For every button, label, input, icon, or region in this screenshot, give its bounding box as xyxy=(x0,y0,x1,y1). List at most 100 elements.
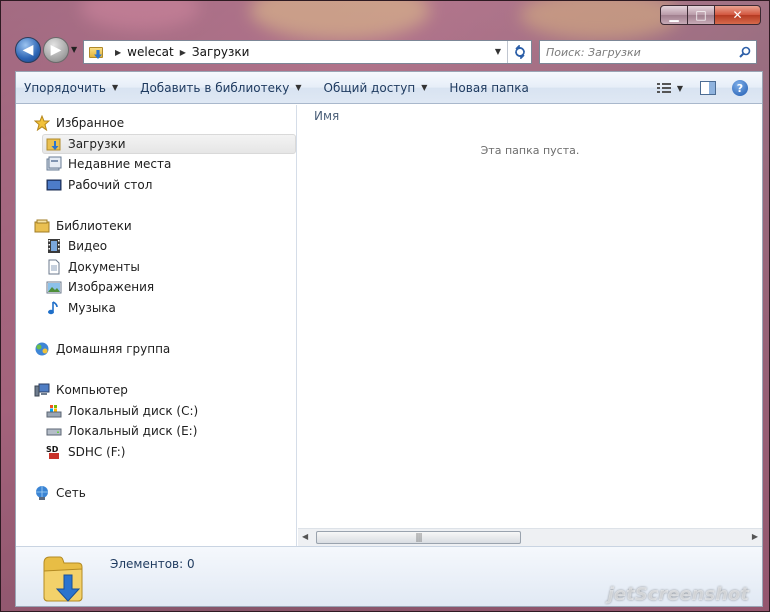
scroll-left-icon[interactable]: ◀ xyxy=(302,532,308,541)
breadcrumb-user[interactable]: welecat xyxy=(127,45,174,59)
nav-favorites[interactable]: Избранное xyxy=(33,113,125,133)
add-to-library-label: Добавить в библиотеку xyxy=(140,80,290,95)
view-details-icon xyxy=(656,83,671,93)
close-button[interactable]: ✕ xyxy=(715,5,761,25)
nav-item-label: Локальный диск (C:) xyxy=(68,404,199,418)
breadcrumb-separator-icon[interactable]: ▶ xyxy=(115,48,121,57)
navigation-bar: ◀ ▶ ▼ ▶ welecat ▶ Загрузки ▼ xyxy=(15,35,757,67)
column-header-name[interactable]: Имя xyxy=(314,109,339,123)
change-view-button[interactable]: ▼ xyxy=(650,76,690,100)
nav-item-documents[interactable]: Документы xyxy=(46,257,140,277)
nav-item-sdhc-f[interactable]: SD SDHC (F:) xyxy=(46,442,125,462)
address-history-dropdown[interactable]: ▼ xyxy=(495,47,501,56)
organize-label: Упорядочить xyxy=(24,80,106,95)
nav-libraries[interactable]: Библиотеки xyxy=(34,216,132,236)
nav-item-drive-e[interactable]: Локальный диск (E:) xyxy=(46,421,197,441)
add-to-library-button[interactable]: Добавить в библиотеку ▼ xyxy=(132,76,309,100)
scroll-right-icon[interactable]: ▶ xyxy=(752,532,758,541)
help-icon: ? xyxy=(732,80,748,96)
chevron-down-icon: ▼ xyxy=(295,83,302,92)
sd-card-icon: SD xyxy=(46,444,62,460)
nav-item-label: Рабочий стол xyxy=(68,178,153,192)
libraries-icon xyxy=(34,218,50,234)
back-button[interactable]: ◀ xyxy=(15,37,41,63)
arrow-right-icon: ▶ xyxy=(50,42,62,58)
nav-item-drive-c[interactable]: Локальный диск (C:) xyxy=(46,401,198,421)
scroll-thumb[interactable]: ||| xyxy=(316,531,521,544)
system-drive-icon xyxy=(46,403,62,419)
maximize-button[interactable]: □ xyxy=(688,5,715,25)
nav-homegroup[interactable]: Домашняя группа xyxy=(34,339,170,359)
minimize-button[interactable]: ▁ xyxy=(660,5,688,25)
star-icon xyxy=(33,114,51,132)
scroll-grip: ||| xyxy=(415,532,422,543)
arrow-left-icon: ◀ xyxy=(22,42,34,58)
music-library-icon xyxy=(46,300,62,316)
organize-menu-button[interactable]: Упорядочить ▼ xyxy=(16,76,126,100)
command-bar: Упорядочить ▼ Добавить в библиотеку ▼ Общи… xyxy=(16,72,762,104)
downloads-folder-icon xyxy=(89,45,105,59)
nav-item-label: Музыка xyxy=(68,301,116,315)
new-folder-label: Новая папка xyxy=(449,80,529,95)
nav-item-label: Недавние места xyxy=(68,157,172,171)
computer-icon xyxy=(34,382,50,398)
address-bar[interactable]: ▶ welecat ▶ Загрузки ▼ xyxy=(83,40,532,64)
nav-item-downloads[interactable]: Загрузки xyxy=(42,134,296,154)
nav-item-label: SDHC (F:) xyxy=(68,445,126,459)
explorer-window: ▁ □ ✕ ◀ ▶ ▼ ▶ welecat ▶ Загрузки ▼ Поиск… xyxy=(0,0,770,612)
video-library-icon xyxy=(46,238,62,254)
chevron-down-icon: ▼ xyxy=(111,83,119,92)
network-icon xyxy=(34,485,50,501)
file-list-pane[interactable]: Имя Эта папка пуста. ◀ ||| ▶ xyxy=(298,105,762,546)
nav-item-desktop[interactable]: Рабочий стол xyxy=(46,175,152,195)
help-button[interactable]: ? xyxy=(726,76,754,100)
nav-item-label: Загрузки xyxy=(68,137,126,151)
empty-folder-message: Эта папка пуста. xyxy=(480,144,580,157)
search-icon[interactable] xyxy=(734,46,756,58)
refresh-button[interactable] xyxy=(507,41,531,63)
nav-network[interactable]: Сеть xyxy=(34,483,86,503)
horizontal-scrollbar[interactable]: ◀ ||| ▶ xyxy=(298,528,762,546)
explorer-client-area: Упорядочить ▼ Добавить в библиотеку ▼ Общи… xyxy=(15,71,763,607)
nav-item-recent-places[interactable]: Недавние места xyxy=(46,154,171,174)
search-input[interactable] xyxy=(540,42,734,62)
local-drive-icon xyxy=(46,423,62,439)
downloads-folder-large-icon xyxy=(43,556,83,602)
caption-buttons: ▁ □ ✕ xyxy=(660,5,761,25)
forward-button[interactable]: ▶ xyxy=(43,37,69,63)
nav-libraries-label: Библиотеки xyxy=(56,219,132,233)
nav-computer-label: Компьютер xyxy=(56,383,128,397)
nav-item-video[interactable]: Видео xyxy=(46,236,107,256)
nav-item-label: Локальный диск (E:) xyxy=(68,424,198,438)
recent-pages-dropdown[interactable]: ▼ xyxy=(71,45,77,54)
share-button[interactable]: Общий доступ ▼ xyxy=(316,76,436,100)
watermark-logo: jetScreenshot xyxy=(607,584,749,605)
nav-computer[interactable]: Компьютер xyxy=(34,380,128,400)
toolbar-right-group: ▼ ? xyxy=(650,76,754,100)
preview-pane-button[interactable] xyxy=(694,76,722,100)
downloads-folder-icon xyxy=(46,136,62,152)
nav-favorites-label: Избранное xyxy=(56,116,125,130)
share-label: Общий доступ xyxy=(323,80,416,95)
preview-pane-icon xyxy=(700,81,716,95)
navigation-pane: Избранное Загрузки Недавние места Рабочи… xyxy=(16,105,297,546)
new-folder-button[interactable]: Новая папка xyxy=(441,76,536,100)
search-box[interactable] xyxy=(539,40,757,64)
nav-network-label: Сеть xyxy=(56,486,86,500)
nav-item-pictures[interactable]: Изображения xyxy=(46,277,154,297)
documents-library-icon xyxy=(46,259,62,275)
nav-item-music[interactable]: Музыка xyxy=(46,298,116,318)
homegroup-icon xyxy=(34,341,50,357)
breadcrumb-separator-icon[interactable]: ▶ xyxy=(180,48,186,57)
nav-item-label: Видео xyxy=(68,239,108,253)
chevron-down-icon: ▼ xyxy=(421,83,428,92)
chevron-down-icon[interactable]: ▼ xyxy=(677,84,683,93)
svg-text:SD: SD xyxy=(46,445,59,454)
nav-homegroup-label: Домашняя группа xyxy=(56,342,171,356)
desktop-icon xyxy=(46,177,62,193)
nav-item-label: Изображения xyxy=(68,280,155,294)
breadcrumb-downloads[interactable]: Загрузки xyxy=(192,45,250,59)
items-count-label: Элементов: 0 xyxy=(110,557,195,571)
nav-item-label: Документы xyxy=(68,260,140,274)
refresh-icon xyxy=(514,45,525,59)
